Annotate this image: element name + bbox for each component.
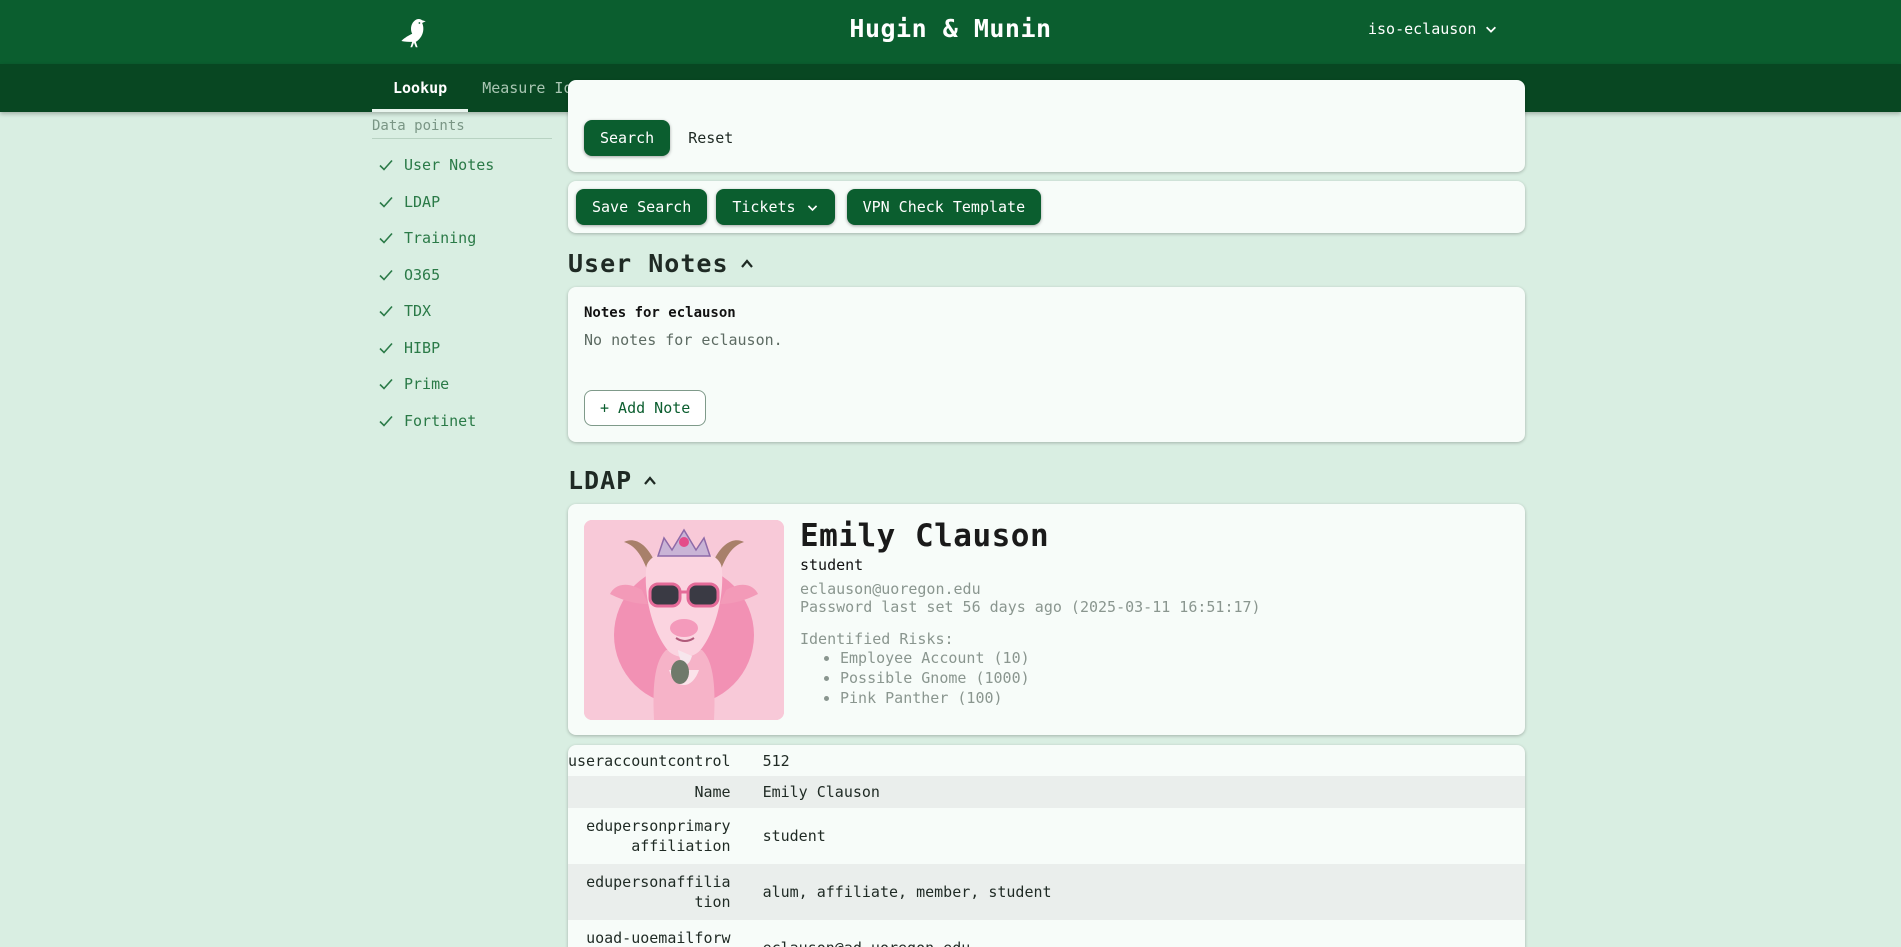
sidebar-item-hibp[interactable]: HIBP [372,330,552,367]
attr-key: edupersonaffiliation [568,864,763,920]
check-icon [379,415,393,427]
sidebar-item-tdx[interactable]: TDX [372,293,552,330]
attr-value: eclauson@ad.uoregon.edu [763,920,1525,947]
chevron-up-icon [644,475,657,485]
profile-info: Emily Clauson student eclauson@uoregon.e… [800,518,1261,708]
save-search-button[interactable]: Save Search [576,189,708,225]
attr-key-text: uoad-uoemailforwardingaddress [586,929,731,947]
check-icon [379,306,393,317]
check-icon [379,196,393,208]
tickets-label: Tickets [732,198,796,216]
sidebar-item-label: Prime [404,375,450,394]
sidebar-item-ldap[interactable]: LDAP [372,184,552,221]
attr-key-text: edupersonprimaryaffiliation [586,817,731,855]
attr-value: Emily Clauson [762,783,880,801]
sidebar-item-fortinet[interactable]: Fortinet [372,403,552,440]
attr-key: edupersonprimaryaffiliation [568,808,763,864]
check-icon [379,160,393,171]
password-last-set: Password last set 56 days ago (2025-03-1… [800,598,1261,616]
table-row: edupersonprimaryaffiliation student [568,808,1525,864]
search-card: Search Reset [568,80,1525,172]
table-row: edupersonaffiliation alum, affiliate, me… [568,864,1525,920]
reset-button[interactable]: Reset [676,120,745,156]
app-title: Hugin & Munin [849,14,1052,43]
table-row: Name Emily Clauson [568,776,1525,808]
risks-list: Employee Account (10) Possible Gnome (10… [840,648,1261,708]
tab-lookup[interactable]: Lookup [372,64,469,112]
profile-affiliation: student [800,556,864,574]
check-icon [379,379,393,390]
data-points-sidebar: Data points User Notes LDAP Training O36… [372,118,552,439]
sidebar-item-label: Training [404,229,477,248]
sidebar-item-label: Fortinet [404,411,477,430]
top-header: Hugin & Munin iso-eclauson [0,0,1901,64]
risk-item: Employee Account (10) [840,648,1261,668]
attr-value: 512 [762,751,790,770]
search-button[interactable]: Search [584,120,671,156]
user-menu[interactable]: iso-eclauson [1368,20,1498,38]
attr-key-text: edupersonaffiliation [586,873,731,911]
ldap-profile-card: Emily Clauson student eclauson@uoregon.e… [568,504,1525,735]
check-icon [379,269,393,281]
sidebar-item-user-notes[interactable]: User Notes [372,147,552,184]
tickets-dropdown-button[interactable]: Tickets [716,189,835,225]
notes-empty-text: No notes for eclauson. [584,331,783,349]
data-points-list: User Notes LDAP Training O365 TDX HIBP P… [372,147,552,439]
attr-value: alum, affiliate, member, student [762,883,1052,901]
chevron-down-icon [807,204,817,211]
check-icon [379,342,393,354]
profile-name: Emily Clauson [800,518,1050,554]
sidebar-item-label: User Notes [404,156,495,175]
goat-avatar-image [584,520,784,720]
sidebar-item-prime[interactable]: Prime [372,366,552,403]
ldap-attributes-table: useraccountcontrol 512 Name Emily Clauso… [568,745,1525,947]
table-row: uoad-uoemailforwardingaddress eclauson@a… [568,920,1525,947]
user-notes-heading[interactable]: User Notes [568,249,755,278]
sidebar-item-label: LDAP [404,192,441,211]
attr-value: student [762,827,826,845]
sidebar-item-o365[interactable]: O365 [372,257,552,294]
chevron-down-icon [1486,26,1497,33]
sidebar-item-label: O365 [404,265,441,284]
profile-photo [584,520,784,720]
vpn-check-template-button[interactable]: VPN Check Template [846,189,1042,225]
ldap-attributes-card: useraccountcontrol 512 Name Emily Clauso… [568,745,1525,947]
table-row: useraccountcontrol 512 [568,745,1525,776]
ldap-heading[interactable]: LDAP [568,466,658,495]
risk-item: Possible Gnome (1000) [840,668,1261,688]
chevron-up-icon [740,258,753,268]
sidebar-item-training[interactable]: Training [372,220,552,257]
attr-key: uoad-uoemailforwardingaddress [568,920,763,947]
notes-title: Notes for eclauson [584,305,736,321]
risks-label: Identified Risks: [800,630,954,648]
check-icon [379,233,393,244]
attr-key: useraccountcontrol [568,751,731,770]
profile-email: eclauson@uoregon.edu [800,580,981,598]
actions-card: Save Search Tickets VPN Check Template [568,181,1525,233]
raven-icon[interactable] [396,14,432,50]
username: iso-eclauson [1368,20,1477,38]
section-title: LDAP [568,466,633,495]
section-title: User Notes [568,249,729,278]
sidebar-item-label: HIBP [404,338,441,357]
user-notes-card: Notes for eclauson No notes for eclauson… [568,287,1525,442]
sidebar-item-label: TDX [404,302,432,321]
risk-item: Pink Panther (100) [840,688,1261,708]
sidebar-heading: Data points [372,118,552,139]
attr-key: Name [694,783,731,801]
add-note-button[interactable]: + Add Note [584,390,707,426]
